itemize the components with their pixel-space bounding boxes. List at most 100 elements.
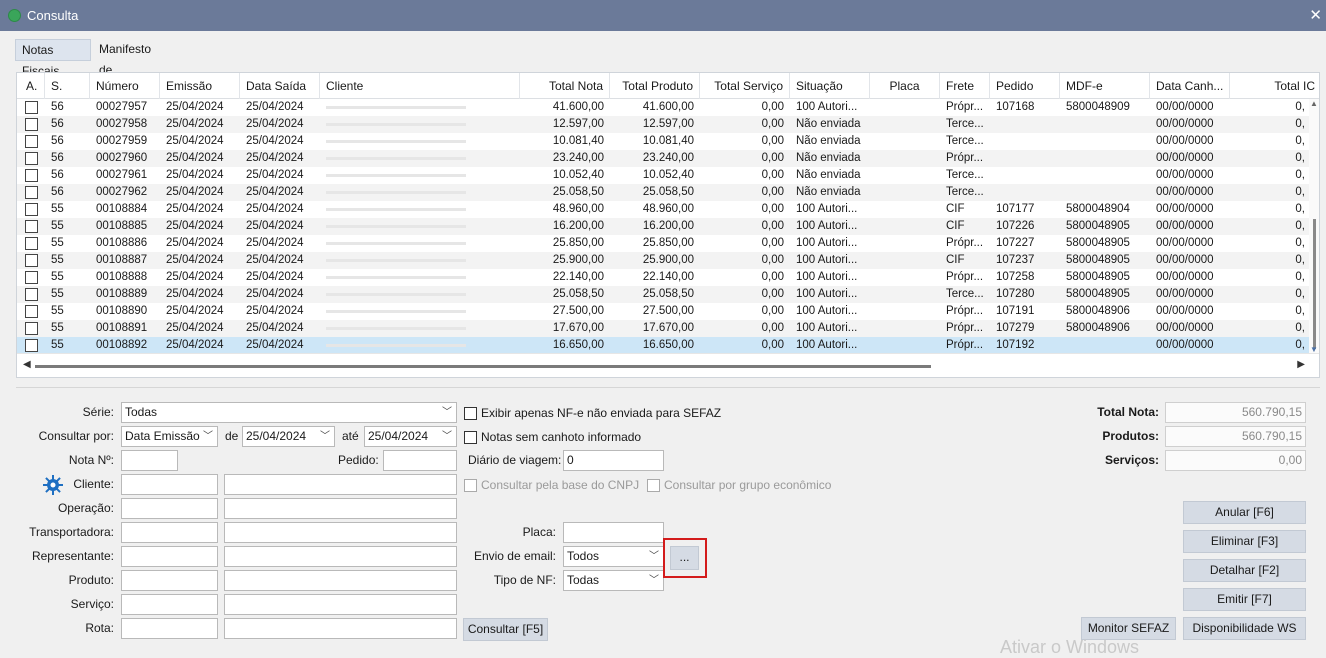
row-checkbox[interactable] [25,186,38,199]
representante-code-input[interactable] [121,546,218,567]
date-from-picker[interactable]: 25/04/2024 ﹀ [242,426,335,447]
table-row[interactable]: 55 00108888 25/04/2024 25/04/2024 22.140,00 2… [17,269,1311,286]
table-row[interactable]: 55 00108884 25/04/2024 25/04/2024 48.960,00 4… [17,201,1311,218]
envio-email-select[interactable]: Todos ﹀ [563,546,664,567]
row-checkbox[interactable] [25,152,38,165]
col-header-s[interactable]: S. [45,73,90,99]
cell-total-produto: 25.850,00 [642,237,694,249]
servico-name-input[interactable] [224,594,457,615]
col-header-mdfe[interactable]: MDF-e [1060,73,1150,99]
serie-select[interactable]: Todas ﹀ [121,402,457,423]
row-checkbox[interactable] [25,169,38,182]
representante-name-input[interactable] [224,546,457,567]
col-header-data-saida[interactable]: Data Saída [240,73,320,99]
col-header-frete[interactable]: Frete [940,73,990,99]
row-checkbox[interactable] [25,305,38,318]
base-cnpj-checkbox[interactable]: Consultar pela base do CNPJ [464,478,644,494]
grupo-economico-checkbox[interactable]: Consultar por grupo econômico [647,478,837,494]
row-checkbox[interactable] [25,118,38,131]
table-row[interactable]: 56 00027957 25/04/2024 25/04/2024 41.600,00 4… [17,99,1311,116]
operacao-code-input[interactable] [121,498,218,519]
table-row[interactable]: 56 00027959 25/04/2024 25/04/2024 10.081,40 1… [17,133,1311,150]
rota-code-input[interactable] [121,618,218,639]
scroll-up-icon[interactable]: ▲ [1310,99,1318,108]
row-checkbox[interactable] [25,101,38,114]
col-header-a[interactable]: A. [17,73,45,99]
col-header-cliente[interactable]: Cliente [320,73,520,99]
scroll-left-icon[interactable]: ◀ [23,359,31,370]
detalhar-button[interactable]: Detalhar [F2] [1183,559,1306,582]
transportadora-name-input[interactable] [224,522,457,543]
vertical-scrollbar[interactable]: ▲ ▼ [1309,99,1319,354]
horizontal-scroll-thumb[interactable] [35,365,931,368]
pedido-input[interactable] [383,450,457,471]
produto-code-input[interactable] [121,570,218,591]
consultar-button[interactable]: Consultar [F5] [463,618,548,641]
checkbox-box[interactable] [464,479,477,492]
anular-button[interactable]: Anular [F6] [1183,501,1306,524]
scroll-right-icon[interactable]: ▶ [1297,359,1305,370]
col-header-situacao[interactable]: Situação [790,73,870,99]
col-header-total-produto[interactable]: Total Produto [610,73,700,99]
row-checkbox[interactable] [25,288,38,301]
checkbox-box[interactable] [464,431,477,444]
col-header-total-servico[interactable]: Total Serviço [700,73,790,99]
horizontal-scrollbar[interactable]: ◀ ▶ [17,353,1319,377]
tab-manifesto-documentos[interactable]: Manifesto de Documentos [93,39,172,98]
eliminar-button[interactable]: Eliminar [F3] [1183,530,1306,553]
table-row[interactable]: 56 00027962 25/04/2024 25/04/2024 25.058,50 2… [17,184,1311,201]
col-header-pedido[interactable]: Pedido [990,73,1060,99]
grid-header: A. S. Número Emissão Data Saída Cliente … [17,73,1319,99]
cliente-name-input[interactable] [224,474,457,495]
cell-serie: 55 [51,237,64,249]
table-row[interactable]: 55 00108886 25/04/2024 25/04/2024 25.850,00 2… [17,235,1311,252]
close-icon[interactable]: ✕ [1309,6,1322,24]
operacao-name-input[interactable] [224,498,457,519]
placa-input[interactable] [563,522,664,543]
row-checkbox[interactable] [25,135,38,148]
row-checkbox[interactable] [25,203,38,216]
checkbox-box[interactable] [464,407,477,420]
diario-input[interactable]: 0 [563,450,664,471]
vertical-scroll-thumb[interactable] [1313,219,1316,349]
sem-canhoto-checkbox[interactable]: Notas sem canhoto informado [464,430,664,446]
row-checkbox[interactable] [25,254,38,267]
tipo-nf-select[interactable]: Todas ﹀ [563,570,664,591]
date-to-picker[interactable]: 25/04/2024 ﹀ [364,426,457,447]
nota-input[interactable] [121,450,178,471]
row-checkbox[interactable] [25,220,38,233]
col-header-total-nota[interactable]: Total Nota [520,73,610,99]
transportadora-code-input[interactable] [121,522,218,543]
table-row[interactable]: 56 00027960 25/04/2024 25/04/2024 23.240,00 2… [17,150,1311,167]
table-row[interactable]: 55 00108892 25/04/2024 25/04/2024 16.650,00 1… [17,337,1311,354]
table-row[interactable]: 56 00027958 25/04/2024 25/04/2024 12.597,00 1… [17,116,1311,133]
rota-name-input[interactable] [224,618,457,639]
disponibilidade-ws-button[interactable]: Disponibilidade WS [1183,617,1306,640]
produto-name-input[interactable] [224,570,457,591]
col-header-numero[interactable]: Número [90,73,160,99]
servico-code-input[interactable] [121,594,218,615]
exibir-nfe-checkbox[interactable]: Exibir apenas NF-e não enviada para SEFA… [464,406,721,422]
table-row[interactable]: 55 00108887 25/04/2024 25/04/2024 25.900,00 2… [17,252,1311,269]
row-checkbox[interactable] [25,271,38,284]
cliente-code-input[interactable] [121,474,218,495]
table-row[interactable]: 55 00108885 25/04/2024 25/04/2024 16.200,00 1… [17,218,1311,235]
col-header-data-canhoto[interactable]: Data Canh... [1150,73,1230,99]
invoice-grid[interactable]: A. S. Número Emissão Data Saída Cliente … [16,72,1320,378]
table-row[interactable]: 55 00108890 25/04/2024 25/04/2024 27.500,00 2… [17,303,1311,320]
row-checkbox[interactable] [25,339,38,352]
consultar-por-select[interactable]: Data Emissão ﹀ [121,426,218,447]
gear-icon[interactable] [42,474,64,496]
checkbox-box[interactable] [647,479,660,492]
table-row[interactable]: 55 00108891 25/04/2024 25/04/2024 17.670,00 1… [17,320,1311,337]
col-header-total-ic[interactable]: Total IC [1230,73,1319,99]
tab-notas-fiscais[interactable]: Notas Fiscais [15,39,91,78]
row-checkbox[interactable] [25,322,38,335]
emitir-button[interactable]: Emitir [F7] [1183,588,1306,611]
row-checkbox[interactable] [25,237,38,250]
col-header-emissao[interactable]: Emissão [160,73,240,99]
cell-mdfe: 5800048906 [1066,305,1130,317]
col-header-placa[interactable]: Placa [870,73,940,99]
table-row[interactable]: 55 00108889 25/04/2024 25/04/2024 25.058,50 2… [17,286,1311,303]
table-row[interactable]: 56 00027961 25/04/2024 25/04/2024 10.052,40 1… [17,167,1311,184]
